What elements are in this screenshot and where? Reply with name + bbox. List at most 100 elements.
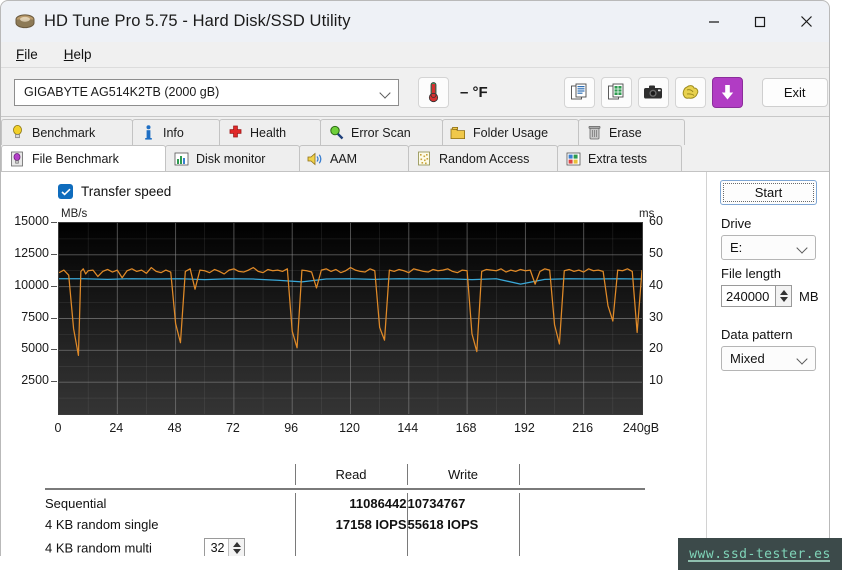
- tab-aam-label: AAM: [330, 151, 358, 166]
- chart-svg: [59, 223, 642, 414]
- file-length-field[interactable]: 240000 MB: [721, 285, 819, 307]
- chart-y2-tick: 30: [649, 309, 663, 324]
- transfer-speed-checkbox[interactable]: [58, 184, 73, 199]
- file-length-down-icon[interactable]: [779, 297, 788, 302]
- row-read-random-single: 17158 IOPS: [294, 513, 407, 535]
- results-rule-row: [45, 485, 645, 493]
- tab-row-secondary: File Benchmark Disk monitor AAM Random A…: [1, 145, 829, 171]
- chart-x-tick: 72: [225, 421, 240, 435]
- tab-file-benchmark[interactable]: File Benchmark: [1, 145, 166, 171]
- data-pattern-value: Mixed: [730, 351, 765, 366]
- tab-random-access[interactable]: Random Access: [408, 145, 558, 171]
- results-header-row: Read Write: [45, 464, 645, 485]
- tab-benchmark[interactable]: Benchmark: [1, 119, 133, 145]
- close-icon[interactable]: [783, 1, 829, 42]
- benchmark-options-panel: Start Drive E: File length 240000 MB Dat…: [706, 172, 829, 564]
- chart-y2-tick: 20: [649, 341, 663, 356]
- tab-disk-monitor-label: Disk monitor: [196, 151, 266, 166]
- tab-folder-usage[interactable]: Folder Usage: [442, 119, 579, 145]
- temperature-value: – °F: [460, 83, 488, 101]
- tab-random-access-label: Random Access: [439, 151, 530, 166]
- tab-info[interactable]: Info: [132, 119, 220, 145]
- results-header-write: Write: [406, 464, 519, 485]
- window-controls: [691, 1, 829, 42]
- chart-x-tick: 192: [513, 421, 535, 435]
- chart-y-tick: 10000: [14, 277, 49, 292]
- results-table: Read Write Sequential 11086442 10734767 …: [45, 464, 645, 562]
- magnifier-icon: [328, 125, 344, 141]
- tab-error-scan[interactable]: Error Scan: [320, 119, 443, 145]
- tab-bar: Benchmark Info Health Error Scan Folder …: [1, 117, 829, 171]
- exit-button[interactable]: Exit: [761, 77, 828, 107]
- window-title: HD Tune Pro 5.75 - Hard Disk/SSD Utility: [44, 12, 351, 30]
- results-header-tail: [518, 464, 645, 485]
- results-header-read: Read: [294, 464, 407, 485]
- chart-y2-tick: 60: [649, 214, 663, 228]
- transfer-speed-chart: MB/s ms 15000 12500 10000 7500 5000 2500 60 50…: [1, 208, 701, 448]
- drive-label: Drive: [721, 216, 752, 231]
- minimize-icon[interactable]: [691, 1, 737, 42]
- tab-erase[interactable]: Erase: [578, 119, 685, 145]
- drive-letter-dropdown[interactable]: E:: [721, 235, 816, 260]
- hard-disk-icon: [15, 13, 35, 30]
- data-pattern-label: Data pattern: [721, 327, 793, 342]
- row-write-sequential: 10734767: [406, 492, 519, 514]
- chart-x-tick: 48: [167, 421, 182, 435]
- row-write-random-single: 55618 IOPS: [406, 513, 519, 535]
- menu-file-rest: ile: [24, 47, 38, 62]
- queue-depth-up-icon[interactable]: [232, 542, 241, 547]
- row-label-random-multi-text: 4 KB random multi: [45, 540, 152, 555]
- queue-depth-arrows[interactable]: [228, 538, 245, 558]
- transfer-speed-label: Transfer speed: [81, 184, 172, 199]
- chevron-down-icon: [798, 355, 809, 362]
- table-row: 4 KB random single 17158 IOPS 55618 IOPS: [45, 513, 645, 535]
- chart-y2-tick: 50: [649, 245, 663, 260]
- menu-item-file[interactable]: File: [5, 45, 49, 64]
- window-right-margin: [831, 0, 842, 570]
- tab-benchmark-label: Benchmark: [32, 125, 96, 140]
- disk-monitor-icon: [173, 151, 189, 167]
- chart-x-tick: 144: [397, 421, 419, 435]
- transfer-speed-checkbox-row[interactable]: Transfer speed: [58, 184, 171, 199]
- watermark-underline: [688, 560, 830, 562]
- folder-yellow-icon[interactable]: [674, 76, 706, 108]
- row-read-sequential: 11086442: [294, 492, 407, 514]
- chart-x-tick: 240gB: [622, 421, 660, 435]
- tab-error-scan-label: Error Scan: [351, 125, 411, 140]
- file-length-input[interactable]: 240000: [721, 285, 775, 307]
- chart-x-tick: 216: [572, 421, 594, 435]
- tab-health[interactable]: Health: [219, 119, 321, 145]
- watermark: www.ssd-tester.es: [678, 538, 842, 570]
- download-arrow-icon[interactable]: [711, 76, 743, 108]
- chart-y-tick: 7500: [21, 309, 49, 324]
- start-button-label: Start: [754, 185, 783, 200]
- file-length-up-icon[interactable]: [779, 290, 788, 295]
- file-length-arrows[interactable]: [775, 285, 792, 307]
- chart-y-axis-unit: MB/s: [61, 208, 88, 220]
- tab-erase-label: Erase: [609, 125, 642, 140]
- copy-text-icon[interactable]: [563, 76, 595, 108]
- thermometer-icon[interactable]: [418, 76, 449, 108]
- start-button[interactable]: Start: [720, 180, 817, 205]
- copy-spreadsheet-icon[interactable]: [600, 76, 632, 108]
- tab-extra-tests[interactable]: Extra tests: [557, 145, 682, 171]
- trash-icon: [586, 125, 602, 141]
- tab-aam[interactable]: AAM: [299, 145, 409, 171]
- queue-depth-down-icon[interactable]: [232, 549, 241, 554]
- chart-y-tick: 5000: [21, 341, 49, 356]
- maximize-icon[interactable]: [737, 1, 783, 42]
- chart-x-tick: 120: [339, 421, 360, 435]
- chevron-down-icon: [381, 89, 392, 96]
- tab-health-label: Health: [250, 125, 287, 140]
- row-tail-random-single: [518, 513, 645, 535]
- drive-select-dropdown[interactable]: GIGABYTE AG514K2TB (2000 gB): [14, 78, 399, 106]
- tab-info-label: Info: [163, 125, 184, 140]
- chevron-down-icon: [798, 244, 809, 251]
- tab-disk-monitor[interactable]: Disk monitor: [165, 145, 300, 171]
- screenshot-camera-icon[interactable]: [637, 76, 669, 108]
- extra-tests-icon: [565, 151, 581, 167]
- menu-item-help[interactable]: Help: [53, 45, 103, 64]
- chart-y-tick-mark: [51, 253, 57, 255]
- toolbar: GIGABYTE AG514K2TB (2000 gB) – °F Exit: [1, 68, 829, 117]
- data-pattern-dropdown[interactable]: Mixed: [721, 346, 816, 371]
